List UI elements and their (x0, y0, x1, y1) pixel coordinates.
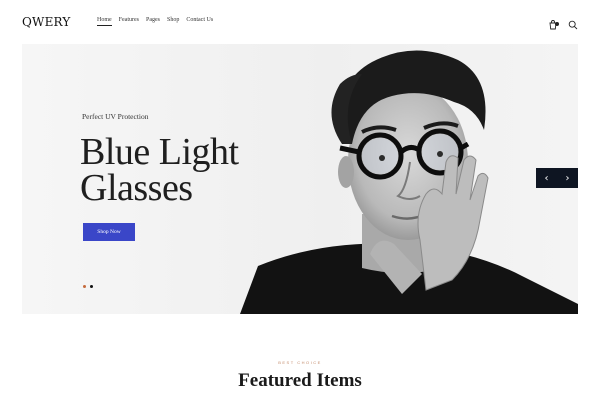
hero-headline: Blue Light Glasses (80, 133, 280, 209)
hero-headline-line-2: Glasses (80, 167, 193, 209)
chevron-right-icon[interactable]: › (557, 168, 578, 188)
chevron-left-icon[interactable]: ‹ (536, 168, 557, 188)
site-header: QWERY Home Features Pages Shop Contact U… (0, 0, 600, 44)
nav-item-pages[interactable]: Pages (146, 17, 160, 26)
cart-badge (555, 22, 559, 26)
header-actions (548, 15, 578, 30)
nav-item-shop[interactable]: Shop (167, 17, 179, 26)
slide-dot-1[interactable] (83, 285, 86, 288)
brand-logo[interactable]: QWERY (22, 15, 71, 29)
cart-icon[interactable] (548, 15, 559, 30)
nav-item-home[interactable]: Home (97, 17, 112, 26)
slider-navigation: ‹ › (536, 168, 578, 188)
hero-copy: Perfect UV Protection (82, 112, 149, 121)
hero-eyebrow: Perfect UV Protection (82, 112, 149, 121)
slide-indicators (83, 285, 93, 288)
section-kicker: BEST CHOICE (278, 360, 322, 365)
slide-dot-2[interactable] (90, 285, 93, 288)
nav-item-features[interactable]: Features (119, 17, 139, 26)
hero-banner: Perfect UV Protection Blue Light Glasses… (22, 44, 578, 314)
nav-item-contact[interactable]: Contact Us (186, 17, 213, 26)
search-icon[interactable] (568, 15, 578, 30)
shop-now-button[interactable]: Shop Now (83, 223, 135, 241)
main-nav: Home Features Pages Shop Contact Us (97, 17, 213, 26)
section-title: Featured Items (238, 370, 362, 391)
